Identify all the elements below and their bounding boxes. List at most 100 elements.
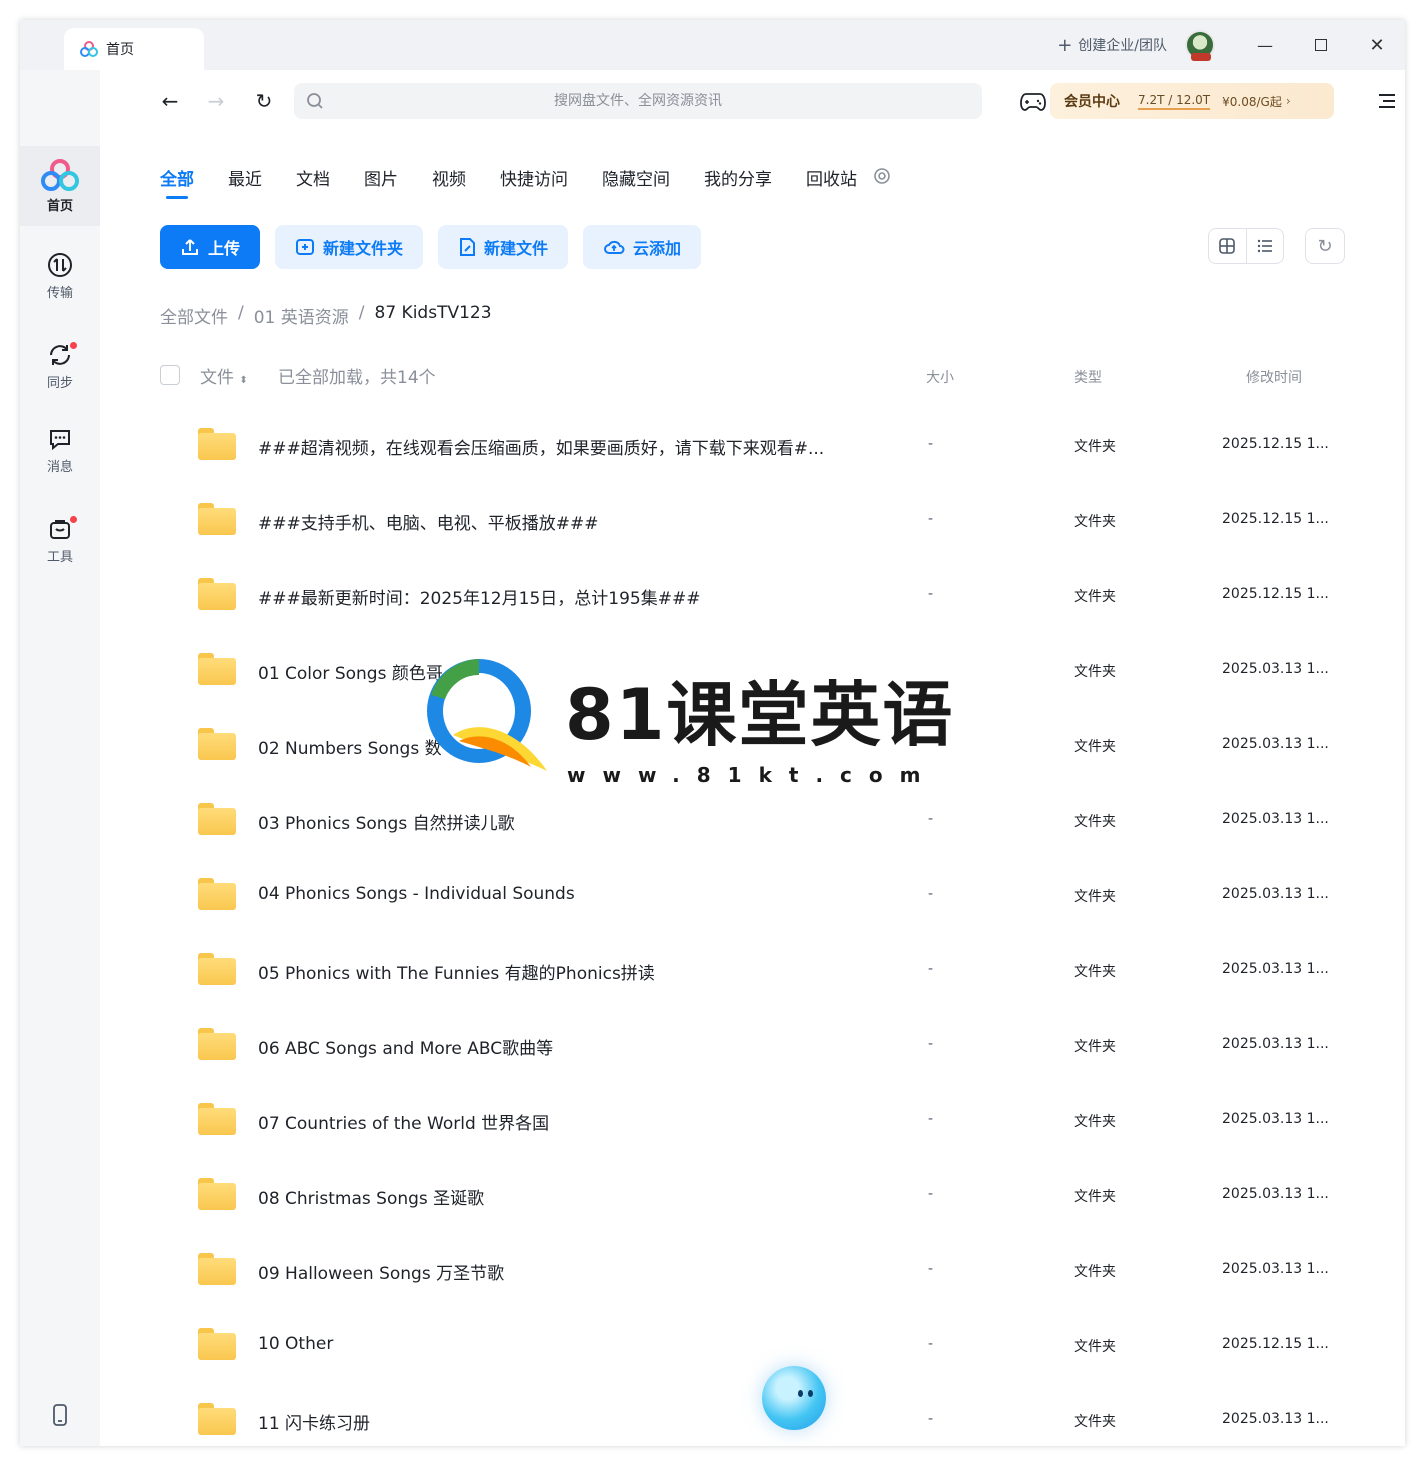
column-type[interactable]: 类型	[1074, 367, 1102, 387]
folder-icon	[198, 1178, 236, 1210]
file-size: -	[928, 1336, 934, 1352]
file-size: -	[928, 961, 934, 977]
breadcrumb-root[interactable]: 全部文件	[160, 303, 228, 328]
table-row[interactable]: ###支持手机、电脑、电视、平板播放### - 文件夹 2025.12.15 1...	[160, 483, 1330, 558]
file-type: 文件夹	[1074, 964, 1116, 980]
file-size: -	[928, 1186, 934, 1202]
column-size[interactable]: 大小	[926, 367, 954, 387]
phone-icon[interactable]	[52, 1404, 68, 1426]
title-bar: 首页 + 创建企业/团队 — ✕	[20, 20, 1405, 70]
assistant-mascot-button[interactable]	[762, 1366, 826, 1430]
search-box	[294, 83, 982, 119]
breadcrumb-parent[interactable]: 01 英语资源	[254, 303, 349, 328]
table-row[interactable]: 11 闪卡练习册 - 文件夹 2025.03.13 1...	[160, 1383, 1330, 1446]
tab-recent[interactable]: 最近	[228, 165, 262, 199]
file-name: 03 Phonics Songs 自然拼读儿歌	[258, 814, 515, 834]
file-name: ###超清视频，在线观看会压缩画质，如果要画质好，请下载下来观看#...	[258, 439, 825, 459]
table-row[interactable]: 05 Phonics with The Funnies 有趣的Phonics拼读…	[160, 933, 1330, 1008]
table-row[interactable]: 09 Halloween Songs 万圣节歌 - 文件夹 2025.03.13 1.…	[160, 1233, 1330, 1308]
folder-icon	[198, 1103, 236, 1135]
sidebar-item-home[interactable]: 首页	[20, 146, 100, 226]
back-button[interactable]: ←	[155, 86, 185, 116]
tab-settings-button[interactable]	[873, 165, 891, 205]
file-name: ###最新更新时间：2025年12月15日，总计195集###	[258, 589, 701, 609]
folder-icon	[198, 1403, 236, 1435]
notification-dot	[70, 516, 77, 523]
tab-documents[interactable]: 文档	[296, 165, 330, 199]
vip-center-button[interactable]: 会员中心 7.2T / 12.0T ¥0.08/G起 ›	[1050, 83, 1334, 119]
arrow-right-icon: →	[207, 89, 225, 113]
tab-images[interactable]: 图片	[364, 165, 398, 199]
game-button[interactable]	[1018, 86, 1048, 116]
top-toolbar: ← → ↻ 会员中心 7.2T / 12.0T ¥0.08/G起 ›	[100, 70, 1405, 132]
refresh-icon: ↻	[1317, 235, 1333, 257]
baidu-netdisk-logo-icon	[80, 41, 98, 57]
tab-hidden-space[interactable]: 隐藏空间	[602, 165, 670, 199]
forward-button[interactable]: →	[201, 86, 231, 116]
target-settings-icon	[874, 168, 890, 184]
table-row[interactable]: ###最新更新时间：2025年12月15日，总计195集### - 文件夹 2025.…	[160, 558, 1330, 633]
file-time: 2025.12.15 1...	[1222, 511, 1329, 527]
tab-videos[interactable]: 视频	[432, 165, 466, 199]
create-team-button[interactable]: + 创建企业/团队	[1057, 35, 1167, 56]
file-list: ###超清视频，在线观看会压缩画质，如果要画质好，请下载下来观看#... - 文件夹…	[160, 408, 1330, 1446]
sidebar-item-transfer[interactable]: 传输	[20, 236, 100, 316]
notification-dot	[70, 342, 77, 349]
table-row[interactable]: 10 Other - 文件夹 2025.12.15 1...	[160, 1308, 1330, 1383]
column-modified-time[interactable]: 修改时间	[1246, 367, 1302, 387]
table-row[interactable]: 08 Christmas Songs 圣诞歌 - 文件夹 2025.03.13 1..…	[160, 1158, 1330, 1233]
column-file-label: 文件	[200, 368, 234, 388]
column-file-sort[interactable]: 文件 ⬍	[200, 363, 248, 388]
table-row[interactable]: 04 Phonics Songs - Individual Sounds - 文件夹…	[160, 858, 1330, 933]
watermark-logo: 81课堂英语 www.81kt.com	[423, 655, 983, 795]
table-row[interactable]: ###超清视频，在线观看会压缩画质，如果要画质好，请下载下来观看#... - 文件夹…	[160, 408, 1330, 483]
file-type: 文件夹	[1074, 889, 1116, 905]
menu-button[interactable]	[1372, 86, 1402, 116]
folder-icon	[198, 1328, 236, 1360]
select-all-checkbox[interactable]	[160, 365, 180, 385]
refresh-button[interactable]: ↻	[1305, 228, 1345, 264]
table-header: 文件 ⬍ 已全部加载，共14个 大小 类型 修改时间	[160, 363, 1330, 388]
tab-recycle-bin[interactable]: 回收站	[806, 165, 857, 199]
table-row[interactable]: 07 Countries of the World 世界各国 - 文件夹 2025.0…	[160, 1083, 1330, 1158]
grid-icon	[1219, 238, 1236, 254]
breadcrumb-current: 87 KidsTV123	[374, 303, 492, 323]
sidebar-item-tools[interactable]: 工具	[20, 500, 100, 580]
upload-button[interactable]: 上传	[160, 225, 261, 269]
file-name: 08 Christmas Songs 圣诞歌	[258, 1189, 485, 1209]
action-bar: 上传 新建文件夹 新建文件 云添加	[160, 225, 702, 269]
upload-label: 上传	[208, 239, 241, 258]
tab-quick-access[interactable]: 快捷访问	[500, 165, 568, 199]
view-toggle	[1208, 228, 1284, 264]
close-button[interactable]: ✕	[1349, 20, 1405, 70]
maximize-button[interactable]	[1293, 20, 1349, 70]
sidebar-item-messages[interactable]: 消息	[20, 410, 100, 490]
cloud-upload-icon	[604, 240, 625, 254]
new-folder-button[interactable]: 新建文件夹	[275, 225, 424, 269]
sidebar-item-sync[interactable]: 同步	[20, 326, 100, 406]
file-name: 01 Color Songs 颜色哥	[258, 664, 443, 684]
file-name: 10 Other	[258, 1334, 334, 1354]
new-file-icon	[460, 238, 476, 256]
sidebar: 首页 传输 同步 消息 工具	[20, 70, 100, 1446]
list-view-button[interactable]	[1245, 229, 1284, 263]
new-file-button[interactable]: 新建文件	[438, 225, 569, 269]
table-row[interactable]: 06 ABC Songs and More ABC歌曲等 - 文件夹 2025.03.…	[160, 1008, 1330, 1083]
tab-all[interactable]: 全部	[160, 165, 194, 199]
tab-home[interactable]: 首页	[64, 28, 204, 70]
file-type: 文件夹	[1074, 1414, 1116, 1430]
sidebar-item-label: 工具	[46, 549, 73, 565]
folder-icon	[198, 653, 236, 685]
tab-my-shares[interactable]: 我的分享	[704, 165, 772, 199]
vip-title: 会员中心	[1064, 94, 1120, 110]
cloud-add-label: 云添加	[633, 239, 682, 258]
minimize-button[interactable]: —	[1237, 20, 1293, 70]
menu-icon	[1379, 94, 1395, 108]
cloud-add-button[interactable]: 云添加	[583, 225, 702, 269]
search-input[interactable]	[294, 83, 982, 119]
avatar[interactable]	[1185, 30, 1215, 61]
reload-button[interactable]: ↻	[249, 86, 279, 116]
file-size: -	[928, 1411, 934, 1427]
file-time: 2025.03.13 1...	[1222, 811, 1329, 827]
grid-view-button[interactable]	[1209, 229, 1246, 263]
